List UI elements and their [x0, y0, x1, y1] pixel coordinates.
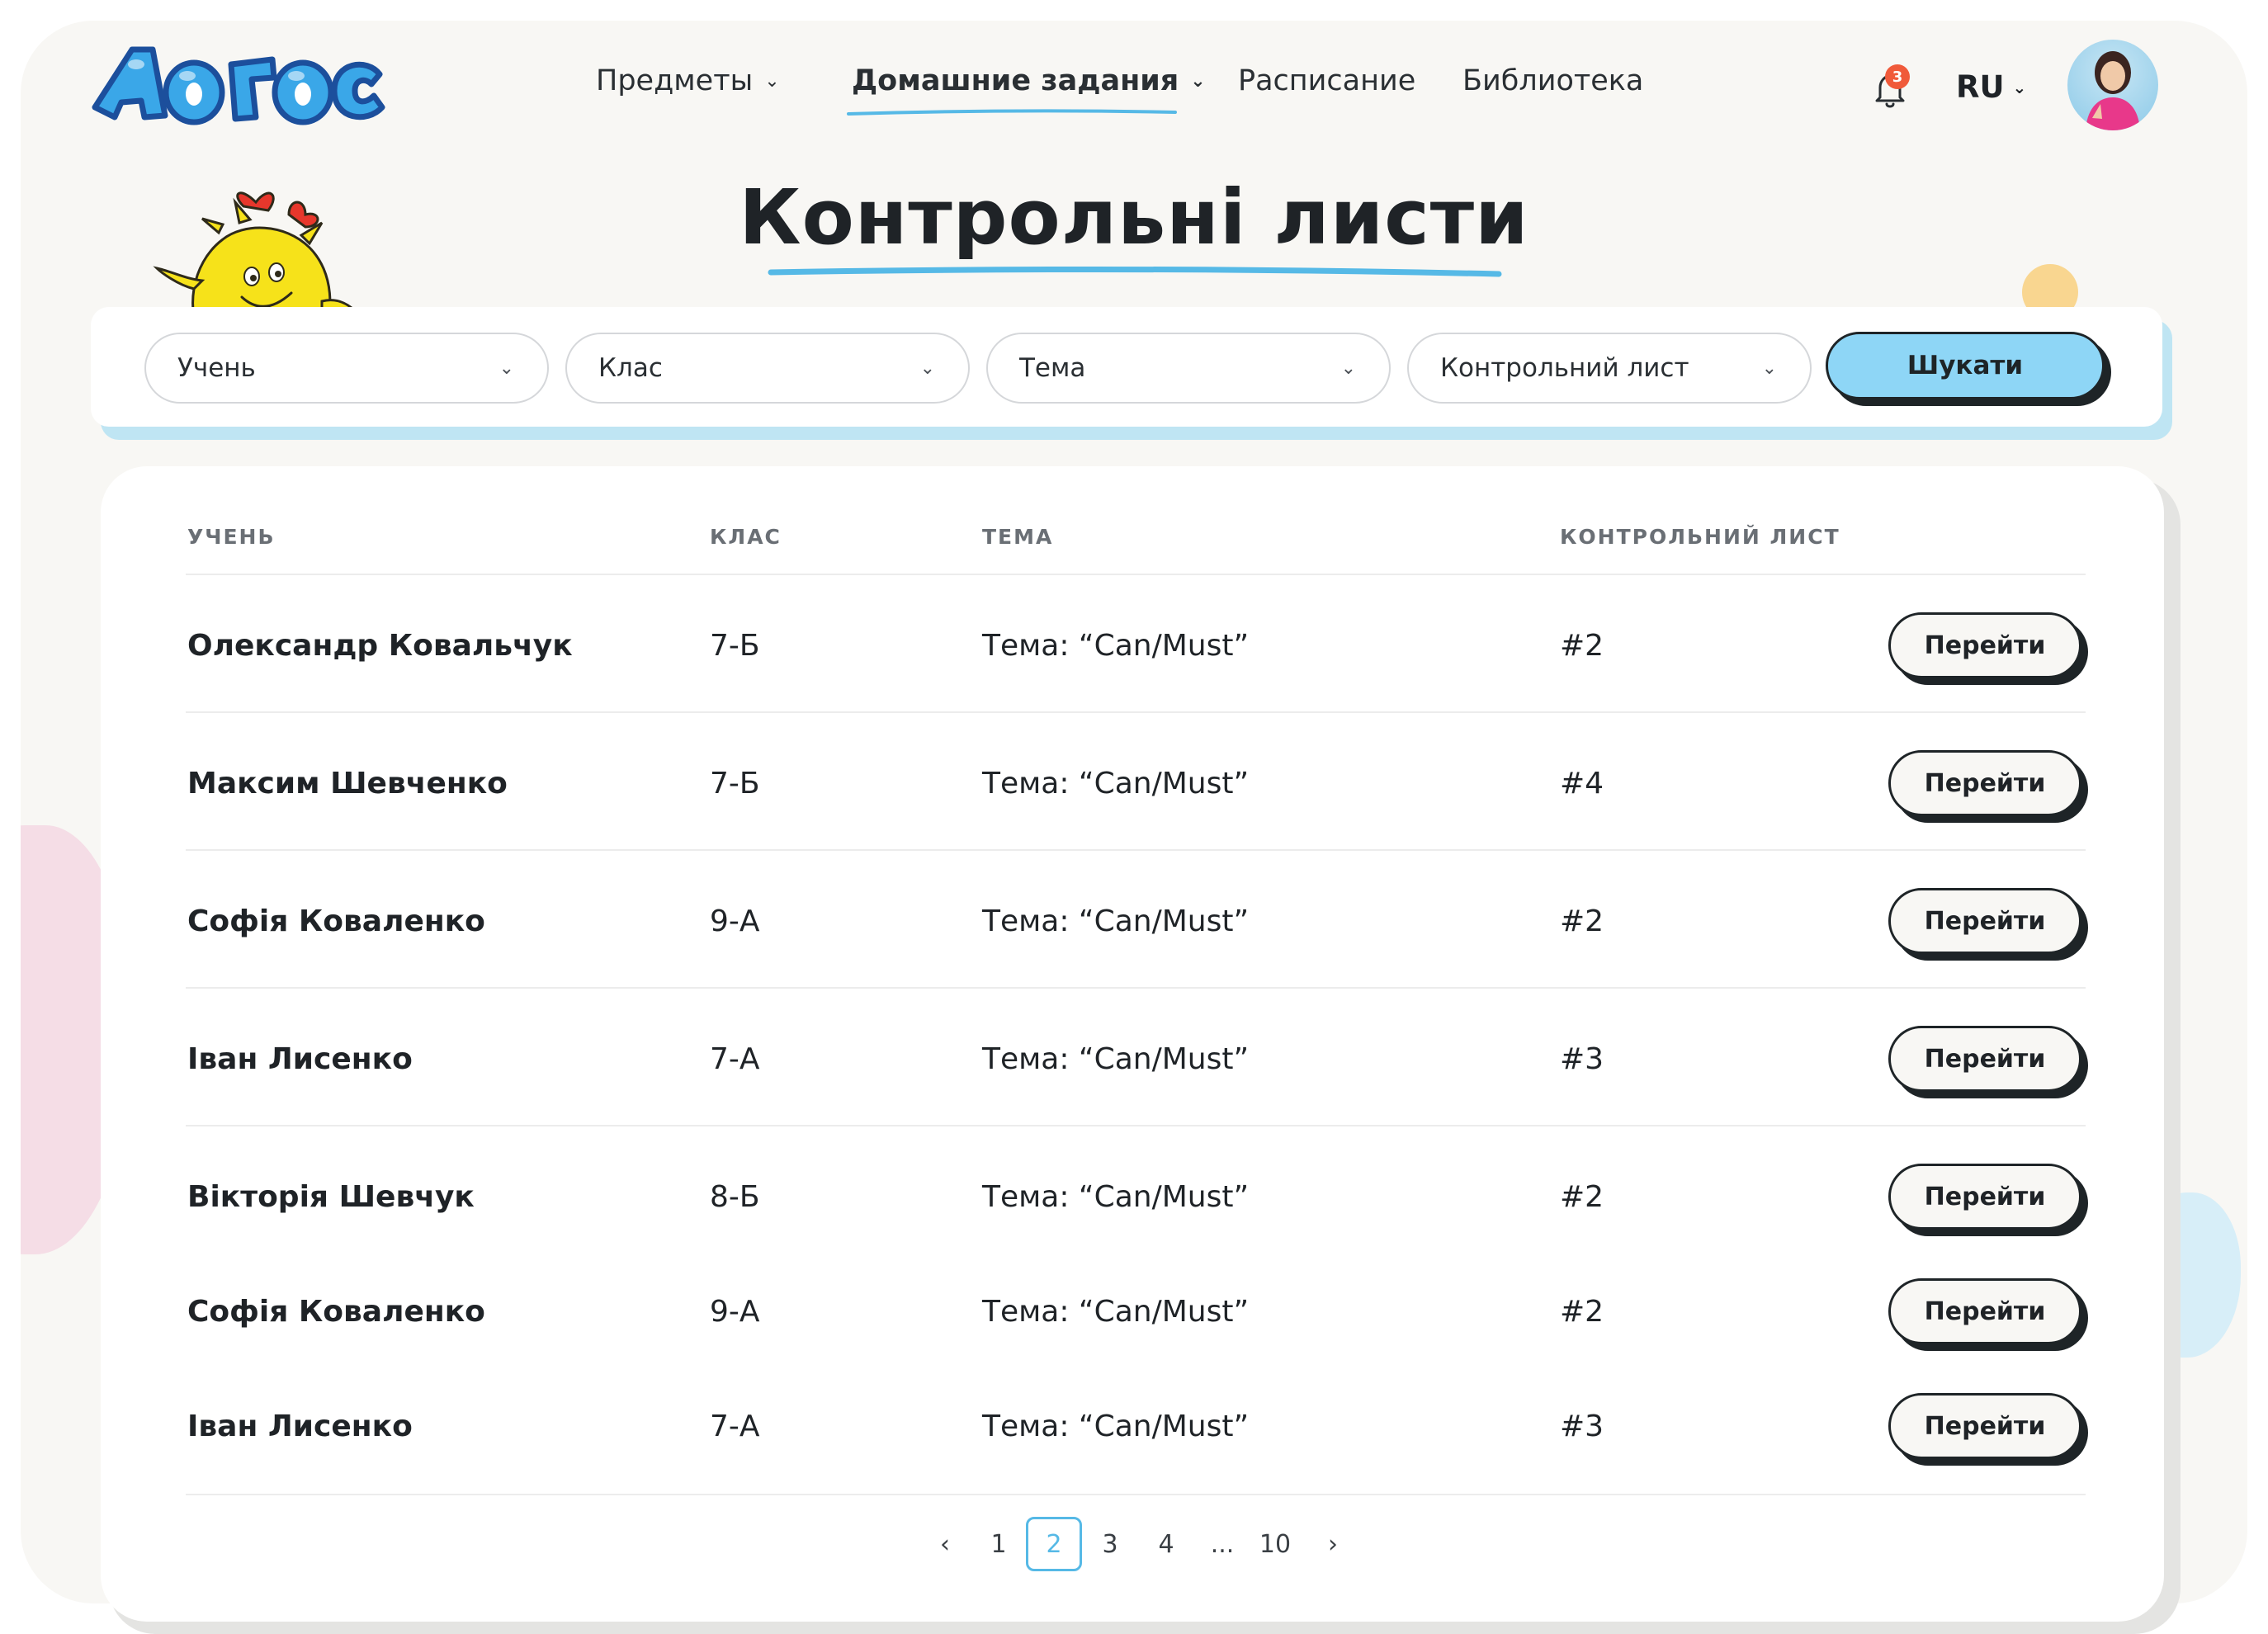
go-button[interactable]: Перейти [1888, 1164, 2081, 1230]
student-select-label: Учень [177, 353, 256, 383]
nav-item-label: Предметы [596, 64, 754, 97]
language-selector[interactable]: RU ⌄ [1956, 69, 2026, 105]
notification-badge: 3 [1885, 64, 1910, 89]
table-divider [186, 1125, 2086, 1126]
student-name: Софія Коваленко [187, 1295, 485, 1329]
go-button[interactable]: Перейти [1888, 1393, 2081, 1459]
nav-item-library[interactable]: Библиотека [1462, 64, 1643, 97]
student-name: Софія Коваленко [187, 904, 485, 938]
active-nav-underline [847, 109, 1177, 116]
topic-cell: Тема: “Can/Must” [982, 1295, 1250, 1329]
class-cell: 9-А [710, 1295, 760, 1329]
sheet-cell: #2 [1560, 1295, 1604, 1329]
table-divider [186, 1494, 2086, 1495]
class-cell: 7-А [710, 1410, 760, 1443]
topic-cell: Тема: “Can/Must” [982, 629, 1250, 663]
title-underline [768, 266, 1502, 277]
student-select[interactable]: Учень ⌄ [144, 333, 549, 404]
sheet-cell: #2 [1560, 1180, 1604, 1214]
user-avatar-image [2086, 51, 2140, 130]
nav-item-subjects[interactable]: Предметы ⌄ [596, 64, 780, 97]
column-header-student: УЧЕНЬ [187, 525, 276, 549]
topic-cell: Тема: “Can/Must” [982, 767, 1250, 800]
topic-select-label: Тема [1019, 353, 1086, 383]
chevron-down-icon: ⌄ [1190, 70, 1206, 92]
class-select-label: Клас [598, 353, 663, 383]
class-cell: 7-А [710, 1042, 760, 1076]
student-name: Іван Лисенко [187, 1410, 413, 1443]
topic-cell: Тема: “Can/Must” [982, 1410, 1250, 1443]
table-row: Іван Лисенко 7-А Тема: “Can/Must” #3 Пер… [0, 1391, 2268, 1466]
class-cell: 9-А [710, 904, 760, 938]
sheet-cell: #4 [1560, 767, 1604, 800]
class-cell: 8-Б [710, 1180, 760, 1214]
page-link[interactable]: 4 [1150, 1517, 1183, 1571]
chevron-down-icon: ⌄ [2012, 77, 2027, 97]
logo[interactable] [87, 25, 396, 140]
class-cell: 7-Б [710, 629, 760, 663]
topic-cell: Тема: “Can/Must” [982, 904, 1250, 938]
nav-item-schedule[interactable]: Расписание [1238, 64, 1415, 97]
page-link-current[interactable]: 2 [1026, 1517, 1082, 1571]
chevron-down-icon: ⌄ [919, 357, 935, 379]
class-cell: 7-Б [710, 767, 760, 800]
sheet-cell: #3 [1560, 1042, 1604, 1076]
topic-select[interactable]: Тема ⌄ [986, 333, 1391, 404]
chevron-down-icon: ⌄ [764, 70, 780, 92]
nav-item-label: Библиотека [1462, 64, 1644, 97]
column-header-sheet: КОНТРОЛЬНИЙ ЛИСТ [1560, 525, 1840, 549]
student-name: Іван Лисенко [187, 1042, 413, 1076]
student-name: Максим Шевченко [187, 767, 508, 800]
student-name: Вікторія Шевчук [187, 1180, 475, 1214]
chevron-down-icon: ⌄ [1761, 357, 1777, 379]
page-title: Контрольні листи [739, 173, 1529, 262]
chevron-right-icon[interactable]: › [1316, 1517, 1349, 1571]
sheet-cell: #2 [1560, 629, 1604, 663]
go-button[interactable]: Перейти [1888, 750, 2081, 816]
search-button[interactable]: Шукати [1826, 332, 2105, 399]
table-divider [186, 574, 2086, 575]
topic-cell: Тема: “Can/Must” [982, 1042, 1250, 1076]
go-button[interactable]: Перейти [1888, 1278, 2081, 1344]
chevron-down-icon: ⌄ [1340, 357, 1356, 379]
table-row: Вікторія Шевчук 8-Б Тема: “Can/Must” #2 … [0, 1162, 2268, 1236]
page-link[interactable]: 10 [1254, 1517, 1296, 1571]
student-name: Олександр Ковальчук [187, 629, 573, 663]
nav-item-label: Домашние задания [852, 64, 1179, 97]
table-row: Софія Коваленко 9-А Тема: “Can/Must” #2 … [0, 1277, 2268, 1351]
table-divider [186, 987, 2086, 989]
chevron-left-icon[interactable]: ‹ [928, 1517, 962, 1571]
sheet-select-label: Контрольний лист [1440, 353, 1689, 383]
pagination: ‹ 1 2 3 4 ... 10 › [0, 1517, 2268, 1575]
go-button[interactable]: Перейти [1888, 1026, 2081, 1092]
class-select[interactable]: Клас ⌄ [565, 333, 970, 404]
page-link[interactable]: 3 [1094, 1517, 1127, 1571]
chevron-down-icon: ⌄ [498, 357, 514, 379]
table-row: Максим Шевченко 7-Б Тема: “Can/Must” #4 … [0, 749, 2268, 823]
nav-item-homework[interactable]: Домашние задания ⌄ [847, 64, 1206, 116]
go-button[interactable]: Перейти [1888, 888, 2081, 954]
table-row: Олександр Ковальчук 7-Б Тема: “Can/Must”… [0, 611, 2268, 685]
table-divider [186, 711, 2086, 713]
nav-item-label: Расписание [1238, 64, 1416, 97]
page-link[interactable]: 1 [982, 1517, 1015, 1571]
sheet-cell: #3 [1560, 1410, 1604, 1443]
sheet-cell: #2 [1560, 904, 1604, 938]
table-row: Іван Лисенко 7-А Тема: “Can/Must” #3 Пер… [0, 1024, 2268, 1098]
go-button[interactable]: Перейти [1888, 612, 2081, 678]
topic-cell: Тема: “Can/Must” [982, 1180, 1250, 1214]
table-divider [186, 849, 2086, 851]
page-ellipsis: ... [1210, 1529, 1235, 1559]
language-label: RU [1956, 69, 2005, 105]
column-header-topic: ТЕМА [982, 525, 1054, 549]
column-header-class: КЛАС [710, 525, 782, 549]
avatar[interactable] [2067, 40, 2158, 130]
table-row: Софія Коваленко 9-А Тема: “Can/Must” #2 … [0, 886, 2268, 961]
sheet-select[interactable]: Контрольний лист ⌄ [1407, 333, 1812, 404]
